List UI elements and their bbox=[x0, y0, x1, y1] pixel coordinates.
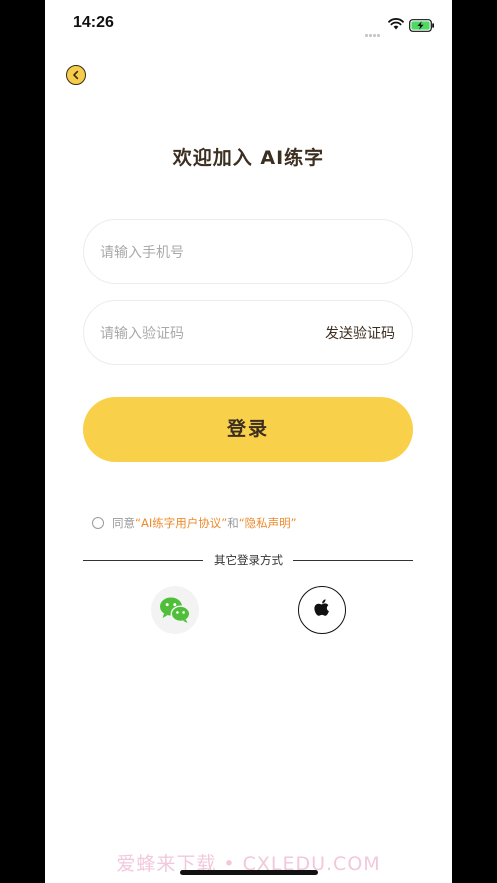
agreement-checkbox[interactable] bbox=[92, 517, 104, 529]
apple-icon bbox=[314, 599, 329, 616]
phone-input[interactable] bbox=[98, 220, 312, 285]
app-screen: 14:26 欢迎加入 AI练字 发送验证码 登 bbox=[45, 0, 452, 883]
cellular-signal-icon bbox=[365, 22, 381, 41]
page-title: 欢迎加入 AI练字 bbox=[172, 147, 325, 169]
wechat-login-button[interactable] bbox=[151, 586, 199, 634]
agreement-text: 同意“AI练字用户协议”和“隐私声明” bbox=[112, 515, 297, 531]
send-code-button[interactable]: 发送验证码 bbox=[325, 323, 395, 343]
home-indicator bbox=[180, 870, 318, 875]
status-time: 14:26 bbox=[73, 14, 114, 31]
divider-right bbox=[293, 560, 413, 561]
agreement-conjunction: 和 bbox=[227, 516, 239, 530]
login-button[interactable]: 登录 bbox=[83, 397, 413, 462]
verification-code-field: 发送验证码 bbox=[83, 300, 413, 366]
agreement-prefix: 同意 bbox=[112, 516, 135, 530]
privacy-policy-link[interactable]: “隐私声明” bbox=[239, 516, 297, 530]
phone-field bbox=[83, 219, 413, 285]
verification-code-input[interactable] bbox=[98, 301, 312, 366]
back-button[interactable] bbox=[66, 65, 86, 85]
user-agreement-link[interactable]: “AI练字用户协议” bbox=[135, 516, 227, 530]
chevron-left-icon bbox=[73, 70, 79, 80]
wechat-icon bbox=[160, 597, 191, 623]
battery-charging-icon bbox=[409, 17, 435, 36]
wifi-icon bbox=[388, 15, 404, 34]
status-bar: 14:26 bbox=[45, 0, 452, 48]
apple-login-button[interactable] bbox=[298, 586, 346, 634]
